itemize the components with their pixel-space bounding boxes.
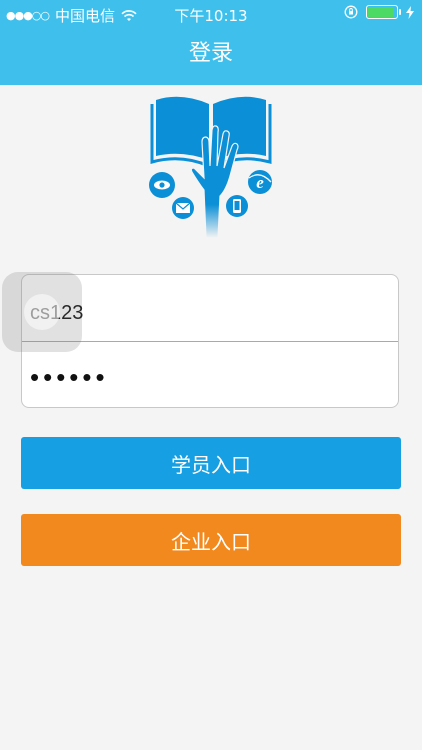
app-logo: e: [149, 96, 272, 238]
username-input[interactable]: cs123: [30, 283, 390, 343]
password-input[interactable]: ••••••: [30, 347, 390, 407]
status-right: [344, 5, 414, 19]
student-entry-button[interactable]: 学员入口: [21, 437, 401, 489]
battery-level: [368, 7, 394, 17]
company-entry-button[interactable]: 企业入口: [21, 514, 401, 566]
nav-bar: 登录: [0, 28, 422, 85]
assistive-touch-button[interactable]: [2, 272, 82, 352]
page-title: 登录: [188, 41, 233, 66]
charging-bolt-icon: [406, 5, 414, 19]
battery-icon: [366, 5, 401, 19]
rotation-lock-icon: [344, 5, 358, 19]
status-bar: ●●●○○ 中国电信 下午10:13: [0, 0, 422, 28]
